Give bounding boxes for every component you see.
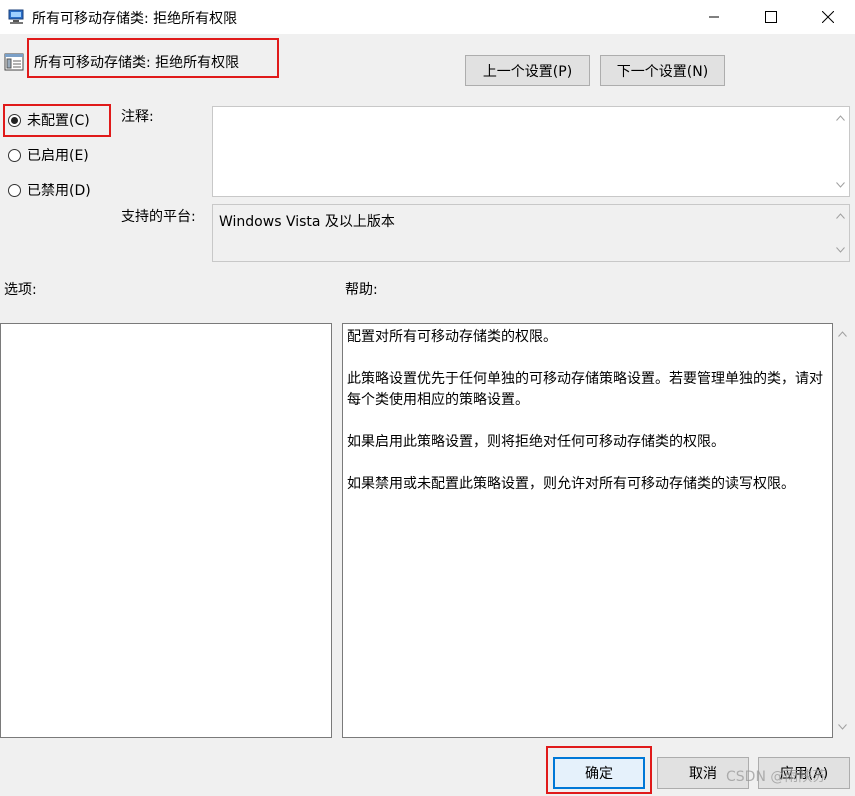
maximize-icon	[765, 11, 777, 23]
radio-disabled[interactable]: 已禁用(D)	[8, 179, 91, 201]
minimize-button[interactable]	[691, 0, 737, 34]
scroll-down-icon	[836, 182, 845, 188]
radio-circle-enabled	[8, 148, 21, 162]
scroll-up-icon	[838, 331, 847, 337]
radio-label-disabled: 已禁用(D)	[27, 183, 91, 199]
platform-textbox: Windows Vista 及以上版本	[212, 204, 850, 262]
policy-setting-icon	[4, 53, 24, 71]
window-title: 所有可移动存储类: 拒绝所有权限	[32, 11, 238, 27]
help-paragraph: 配置对所有可移动存储类的权限。	[347, 329, 557, 345]
help-paragraph: 此策略设置优先于任何单独的可移动存储策略设置。若要管理单独的类，请对每个类使用相…	[347, 371, 823, 408]
previous-setting-button[interactable]: 上一个设置(P)	[465, 55, 590, 86]
scroll-down-icon	[838, 724, 847, 730]
scroll-up-icon	[836, 213, 845, 219]
options-panel	[0, 323, 332, 738]
radio-not-configured[interactable]: 未配置(C)	[8, 109, 90, 131]
help-label: 帮助:	[345, 282, 378, 298]
radio-enabled[interactable]: 已启用(E)	[8, 144, 89, 166]
scroll-down-icon	[836, 247, 845, 253]
next-setting-button[interactable]: 下一个设置(N)	[600, 55, 725, 86]
policy-title: 所有可移动存储类: 拒绝所有权限	[34, 55, 240, 71]
policy-window-icon	[8, 9, 24, 24]
help-panel: 配置对所有可移动存储类的权限。 此策略设置优先于任何单独的可移动存储策略设置。若…	[342, 323, 833, 738]
comment-label: 注释:	[121, 109, 154, 125]
radio-label-not-configured: 未配置(C)	[27, 113, 90, 129]
platform-scrollbar[interactable]	[832, 205, 849, 261]
help-text: 配置对所有可移动存储类的权限。 此策略设置优先于任何单独的可移动存储策略设置。若…	[347, 327, 828, 516]
maximize-button[interactable]	[748, 0, 794, 34]
platform-value: Windows Vista 及以上版本	[219, 214, 395, 230]
title-bar: 所有可移动存储类: 拒绝所有权限	[0, 0, 855, 34]
minimize-icon	[709, 16, 719, 18]
radio-circle-disabled	[8, 183, 21, 197]
help-paragraph: 如果启用此策略设置，则将拒绝对任何可移动存储类的权限。	[347, 434, 725, 450]
close-button[interactable]	[805, 0, 851, 34]
watermark: CSDN @雨陕苏	[726, 769, 827, 785]
help-scrollbar[interactable]	[834, 323, 851, 738]
scroll-up-icon	[836, 115, 845, 121]
options-label: 选项:	[4, 282, 37, 298]
ok-button[interactable]: 确定	[553, 757, 645, 789]
comment-textbox[interactable]	[212, 106, 850, 197]
platform-label: 支持的平台:	[121, 209, 196, 225]
radio-label-enabled: 已启用(E)	[27, 148, 89, 164]
close-icon	[822, 11, 834, 23]
comment-scrollbar[interactable]	[832, 107, 849, 196]
radio-circle-not-configured	[8, 113, 21, 127]
help-paragraph: 如果禁用或未配置此策略设置，则允许对所有可移动存储类的读写权限。	[347, 476, 795, 492]
